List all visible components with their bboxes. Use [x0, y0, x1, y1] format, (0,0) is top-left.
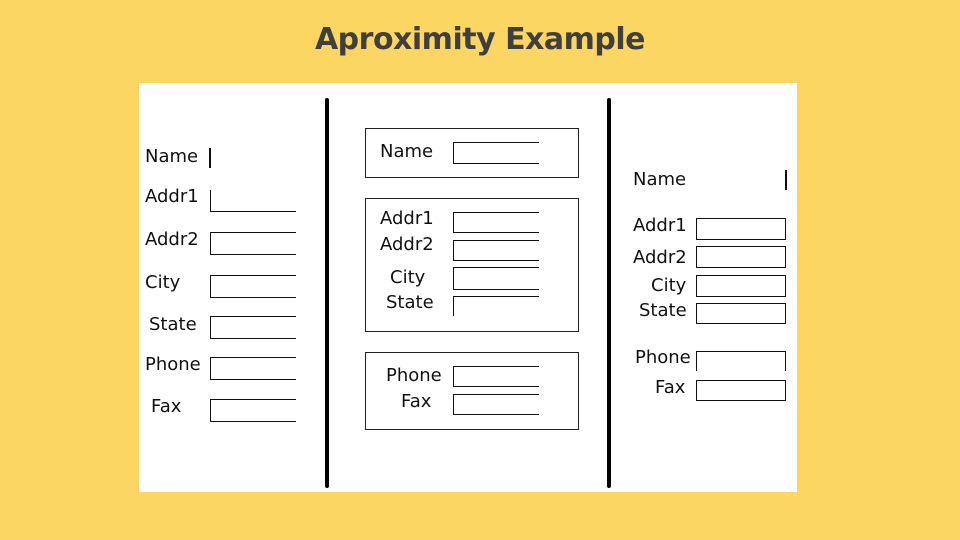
left-label-addr2: Addr2 — [145, 229, 199, 250]
middle-label-fax: Fax — [401, 391, 432, 412]
right-field-fax[interactable] — [696, 380, 786, 401]
middle-label-city: City — [390, 267, 426, 288]
left-label-fax: Fax — [151, 396, 182, 417]
right-label-city: City — [651, 275, 687, 296]
middle-label-addr2: Addr2 — [380, 234, 434, 255]
right-field-addr1[interactable] — [696, 218, 786, 240]
left-field-addr1[interactable] — [210, 190, 296, 212]
slide-title: Aproximity Example — [314, 22, 646, 57]
middle-label-state: State — [386, 292, 434, 313]
left-label-city: City — [145, 272, 181, 293]
divider-right — [607, 98, 611, 488]
left-field-addr2[interactable] — [210, 232, 296, 255]
left-label-phone: Phone — [145, 354, 201, 375]
left-field-name[interactable] — [209, 148, 211, 168]
right-label-addr1: Addr1 — [633, 215, 687, 236]
right-label-phone: Phone — [635, 347, 691, 368]
middle-label-phone: Phone — [386, 365, 442, 386]
right-field-city[interactable] — [696, 275, 786, 297]
middle-field-state[interactable] — [453, 296, 539, 316]
right-field-addr2[interactable] — [696, 246, 786, 268]
middle-label-name: Name — [380, 141, 434, 162]
left-label-name: Name — [145, 146, 199, 167]
right-label-name: Name — [633, 169, 687, 190]
middle-address-group: Addr1 Addr2 City State — [365, 198, 579, 332]
middle-field-addr1[interactable] — [453, 212, 539, 233]
left-label-addr1: Addr1 — [145, 186, 199, 207]
middle-field-city[interactable] — [453, 267, 539, 290]
example-panel: Name Addr1 Addr2 City State Phone Fax Na… — [139, 83, 797, 492]
middle-name-group: Name — [365, 128, 579, 178]
left-label-state: State — [149, 314, 197, 335]
divider-left — [325, 98, 329, 488]
right-field-state[interactable] — [696, 303, 786, 324]
middle-field-addr2[interactable] — [453, 240, 539, 261]
right-label-state: State — [639, 300, 687, 321]
middle-field-phone[interactable] — [453, 366, 539, 387]
left-field-state[interactable] — [210, 316, 296, 339]
right-field-name[interactable] — [785, 170, 787, 190]
left-field-fax[interactable] — [210, 399, 296, 422]
right-label-addr2: Addr2 — [633, 247, 687, 268]
left-field-city[interactable] — [210, 275, 296, 298]
left-field-phone[interactable] — [210, 357, 296, 380]
middle-field-name[interactable] — [453, 142, 539, 164]
right-label-fax: Fax — [655, 377, 686, 398]
middle-field-fax[interactable] — [453, 394, 539, 415]
middle-label-addr1: Addr1 — [380, 208, 434, 229]
right-field-phone[interactable] — [696, 351, 786, 371]
middle-contact-group: Phone Fax — [365, 352, 579, 430]
